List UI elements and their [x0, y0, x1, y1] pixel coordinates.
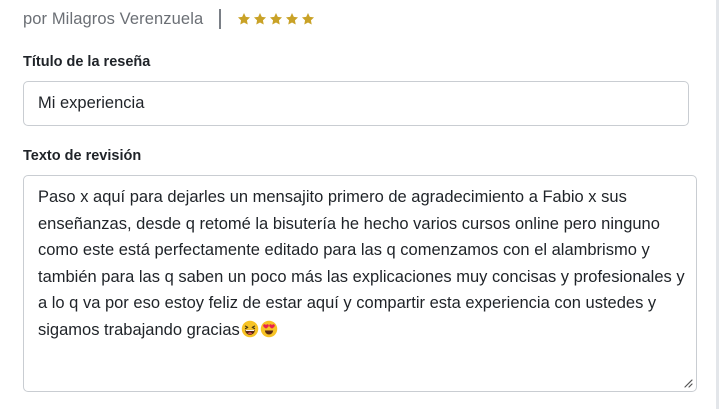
- review-body-text[interactable]: Paso x aquí para dejarles un mensajito p…: [38, 184, 688, 343]
- review-author: por Milagros Verenzuela: [23, 9, 204, 28]
- star-rating[interactable]: [237, 12, 315, 26]
- star-icon[interactable]: [285, 12, 299, 26]
- review-title-label: Título de la reseña: [23, 54, 151, 70]
- review-body-value: Paso x aquí para dejarles un mensajito p…: [38, 188, 685, 339]
- star-icon[interactable]: [301, 12, 315, 26]
- header-divider: [219, 9, 222, 29]
- review-title-input[interactable]: [23, 81, 689, 126]
- review-body-textarea[interactable]: Paso x aquí para dejarles un mensajito p…: [23, 175, 697, 392]
- star-icon[interactable]: [237, 12, 251, 26]
- grinning-squinting-face-emoji: [241, 320, 259, 338]
- heart-eyes-face-emoji: [260, 320, 278, 338]
- star-icon[interactable]: [253, 12, 267, 26]
- review-form: por Milagros Verenzuela Título de la res…: [0, 0, 719, 409]
- review-body-label: Texto de revisión: [23, 148, 142, 164]
- star-icon[interactable]: [269, 12, 283, 26]
- resize-handle-icon[interactable]: [683, 378, 693, 388]
- review-header: por Milagros Verenzuela: [23, 7, 315, 31]
